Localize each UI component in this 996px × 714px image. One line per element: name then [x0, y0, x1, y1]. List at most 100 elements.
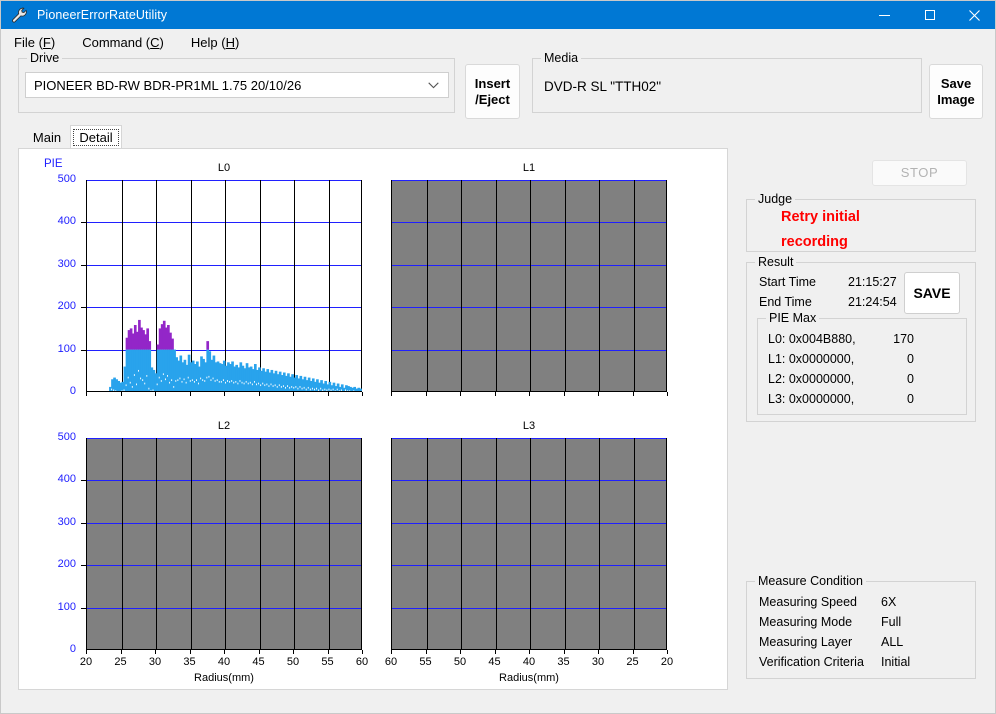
- minimize-button[interactable]: [862, 1, 907, 29]
- pie-max-row: L0: 0x004B880, 170: [768, 332, 914, 346]
- drive-selected-value: PIONEER BD-RW BDR-PR1ML 1.75 20/10/26: [34, 77, 302, 93]
- pie-max-value: 0: [907, 352, 914, 366]
- x-tick-mark: [224, 650, 225, 654]
- y-tick-mark: [81, 608, 86, 609]
- x-tick-label: 20: [660, 656, 674, 668]
- window-controls: [862, 1, 995, 29]
- close-button[interactable]: [952, 1, 995, 29]
- title-bar: PioneerErrorRateUtility: [1, 1, 995, 29]
- gridline-vertical: [565, 180, 566, 391]
- x-tick-mark: [328, 392, 329, 396]
- y-tick-label: 400: [57, 215, 76, 228]
- plot-area-l1: [391, 180, 667, 392]
- x-tick-label: 55: [321, 656, 334, 668]
- plot-right-border: [361, 438, 362, 649]
- y-tick-mark: [81, 222, 86, 223]
- gridline-vertical: [565, 438, 566, 649]
- x-axis-title: Radius(mm): [194, 672, 254, 684]
- measure-condition-value: 6X: [881, 595, 897, 609]
- save-image-button[interactable]: Save Image: [929, 64, 983, 119]
- x-tick-mark: [259, 392, 260, 396]
- stop-button-label: STOP: [900, 165, 939, 180]
- y-tick-label: 500: [57, 173, 76, 185]
- x-axis-title: Radius(mm): [499, 672, 559, 684]
- gridline-vertical: [260, 438, 261, 649]
- gridline-vertical: [225, 438, 226, 649]
- chevron-down-icon: [428, 73, 439, 97]
- gridline-vertical: [191, 438, 192, 649]
- x-tick-mark: [293, 650, 294, 654]
- stop-button[interactable]: STOP: [872, 160, 967, 186]
- x-tick-mark: [224, 392, 225, 396]
- media-value: DVD-R SL "TTH02": [544, 79, 662, 94]
- maximize-button[interactable]: [907, 1, 952, 29]
- measure-condition-label: Measure Condition: [755, 574, 866, 588]
- x-tick-mark: [190, 650, 191, 654]
- drive-group-label: Drive: [27, 51, 63, 65]
- pie-max-row: L1: 0x0000000, 0: [768, 352, 914, 366]
- insert-eject-button[interactable]: Insert /Eject: [465, 64, 520, 119]
- pie-max-address: L2: 0x0000000,: [768, 372, 855, 386]
- tab-main-label: Main: [32, 129, 62, 145]
- gridline-vertical: [427, 438, 428, 649]
- x-tick-mark: [460, 650, 461, 654]
- x-tick-mark: [529, 650, 530, 654]
- gridline-vertical: [461, 438, 462, 649]
- pie-max-value: 170: [893, 332, 914, 346]
- end-time-label: End Time: [759, 295, 812, 309]
- x-tick-mark: [598, 650, 599, 654]
- pie-max-address: L0: 0x004B880,: [768, 332, 856, 346]
- save-button[interactable]: SAVE: [904, 272, 960, 314]
- y-tick-label: 500: [57, 431, 76, 443]
- x-tick-mark: [155, 650, 156, 654]
- gridline-vertical: [634, 180, 635, 391]
- insert-eject-line1: Insert: [474, 75, 511, 91]
- x-tick-mark: [667, 650, 668, 654]
- measure-condition-row: Measuring Layer ALL: [759, 635, 903, 649]
- measure-condition-key: Measuring Mode: [759, 615, 853, 629]
- drive-group: Drive PIONEER BD-RW BDR-PR1ML 1.75 20/10…: [18, 51, 455, 113]
- x-tick-label: 35: [183, 656, 196, 668]
- pie-max-value: 0: [907, 392, 914, 406]
- y-axis-title: PIE: [44, 158, 63, 170]
- y-tick-label: 0: [69, 643, 76, 655]
- chart-title-l3: L3: [522, 420, 536, 432]
- y-tick-label: 100: [57, 600, 76, 613]
- menu-file[interactable]: File (F): [14, 35, 55, 50]
- drive-select[interactable]: PIONEER BD-RW BDR-PR1ML 1.75 20/10/26: [25, 72, 449, 98]
- x-tick-mark: [190, 392, 191, 396]
- x-tick-label: 35: [557, 656, 570, 668]
- x-tick-mark: [495, 392, 496, 396]
- y-tick-mark: [81, 307, 86, 308]
- measure-condition-value: Initial: [881, 655, 911, 669]
- tab-detail[interactable]: Detail: [70, 125, 122, 149]
- gridline-vertical: [599, 438, 600, 649]
- pie-max-address: L3: 0x0000000,: [768, 392, 855, 406]
- y-tick-label: 0: [69, 385, 76, 397]
- window-title: PioneerErrorRateUtility: [37, 8, 168, 22]
- save-button-label: SAVE: [913, 285, 951, 301]
- gridline-vertical: [634, 438, 635, 649]
- chart-l3: L3 60 55 50 45 40 35 30 25 20 Radius(mm): [385, 420, 673, 684]
- x-tick-mark: [121, 650, 122, 654]
- tab-main[interactable]: Main: [24, 125, 70, 149]
- judge-result: Retry initial recording: [781, 205, 971, 255]
- menu-help[interactable]: Help (H): [191, 35, 239, 50]
- y-tick-mark: [81, 523, 86, 524]
- menu-file-label: File: [14, 34, 35, 50]
- menu-command[interactable]: Command (C): [82, 35, 164, 50]
- wrench-icon: [6, 1, 32, 29]
- judge-line2: recording: [781, 234, 848, 250]
- pie-max-value: 0: [907, 372, 914, 386]
- x-tick-mark: [633, 650, 634, 654]
- pie-max-row: L3: 0x0000000, 0: [768, 392, 914, 406]
- gridline-vertical: [156, 438, 157, 649]
- x-tick-mark: [362, 392, 363, 396]
- menu-help-accel: H: [225, 34, 235, 50]
- insert-eject-line2: /Eject: [475, 91, 510, 107]
- measure-condition-row: Verification Criteria Initial: [759, 655, 910, 669]
- menu-help-label: Help: [190, 34, 218, 50]
- x-tick-mark: [391, 392, 392, 396]
- y-tick-label: 200: [57, 300, 76, 313]
- menu-bar: File (F) Command (C) Help (H): [1, 29, 995, 55]
